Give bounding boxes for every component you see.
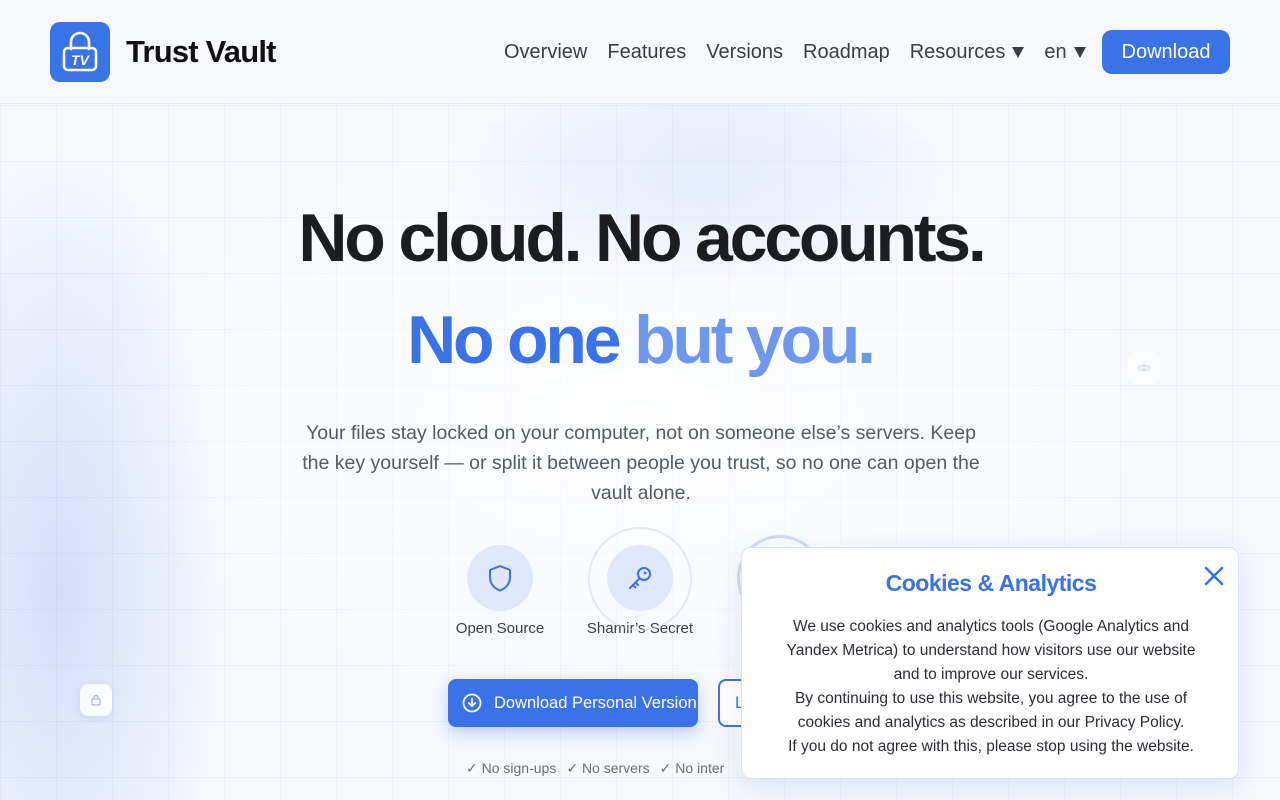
language-selector[interactable]: en [1044,40,1086,64]
download-circle-icon [462,693,482,713]
hero-tagline-part2: but you. [634,302,876,378]
floating-lock-chip [80,684,112,716]
feature-open-source[interactable]: Open Source [435,545,565,637]
cookie-text-consent: By continuing to use this website, you a… [794,690,1188,731]
download-personal-label: Download Personal Version [494,693,697,712]
feature-icon-circle [607,545,673,611]
brand-name[interactable]: Trust Vault [126,30,276,74]
cookie-text-disagree: If you do not agree with this, please st… [788,738,1194,755]
lock-icon [91,694,101,706]
hero-headline: No cloud. No accounts. [298,200,986,276]
caret-down-icon [1012,46,1025,58]
nav-resources-dropdown[interactable]: Resources [910,41,1025,64]
nav-roadmap[interactable]: Roadmap [803,41,890,64]
check-no-signups: ✓ No sign-ups [466,759,557,776]
nav-features[interactable]: Features [607,41,686,64]
hero-tagline-part1: No one [407,302,621,378]
cookie-close-button[interactable] [1200,562,1228,590]
language-label: en [1044,40,1067,63]
check-no-internet: ✓ No inter [659,759,725,776]
main-nav: Overview Features Versions Roadmap Resou… [504,30,1106,74]
cookie-body: We use cookies and analytics tools (Goog… [776,615,1206,759]
site-header: TV Trust Vault Overview Features Version… [0,0,1280,104]
shield-icon [489,565,511,592]
padlock-logo-icon: TV [62,31,98,72]
key-icon [629,567,651,589]
nav-overview[interactable]: Overview [504,41,587,64]
cookie-text-usage: We use cookies and analytics tools (Goog… [786,618,1196,683]
nav-resources-label: Resources [909,40,1006,63]
hero-tagline: No one but you. [0,298,1280,382]
check-no-servers: ✓ No servers [566,759,650,776]
floating-eye-chip [1128,352,1160,384]
feature-icon-circle [467,545,533,611]
close-icon [1204,566,1224,586]
feature-label: Open Source [455,620,545,637]
download-personal-button[interactable]: Download Personal Version [448,679,698,727]
logo-text: TV [71,52,91,68]
nav-versions[interactable]: Versions [706,41,783,64]
hero-subtitle: Your files stay locked on your computer,… [302,422,980,504]
cookie-consent-dialog: Cookies & Analytics We use cookies and a… [741,547,1239,779]
cookie-title: Cookies & Analytics [885,570,1097,596]
feature-shamir-secret[interactable]: Shamir’s Secret [575,527,705,637]
header-download-button[interactable]: Download [1102,30,1230,74]
eye-icon [1137,364,1151,372]
benefit-checks: ✓ No sign-ups ✓ No servers ✓ No inter [466,758,766,778]
caret-down-icon [1073,46,1086,58]
logo[interactable]: TV [50,22,110,82]
